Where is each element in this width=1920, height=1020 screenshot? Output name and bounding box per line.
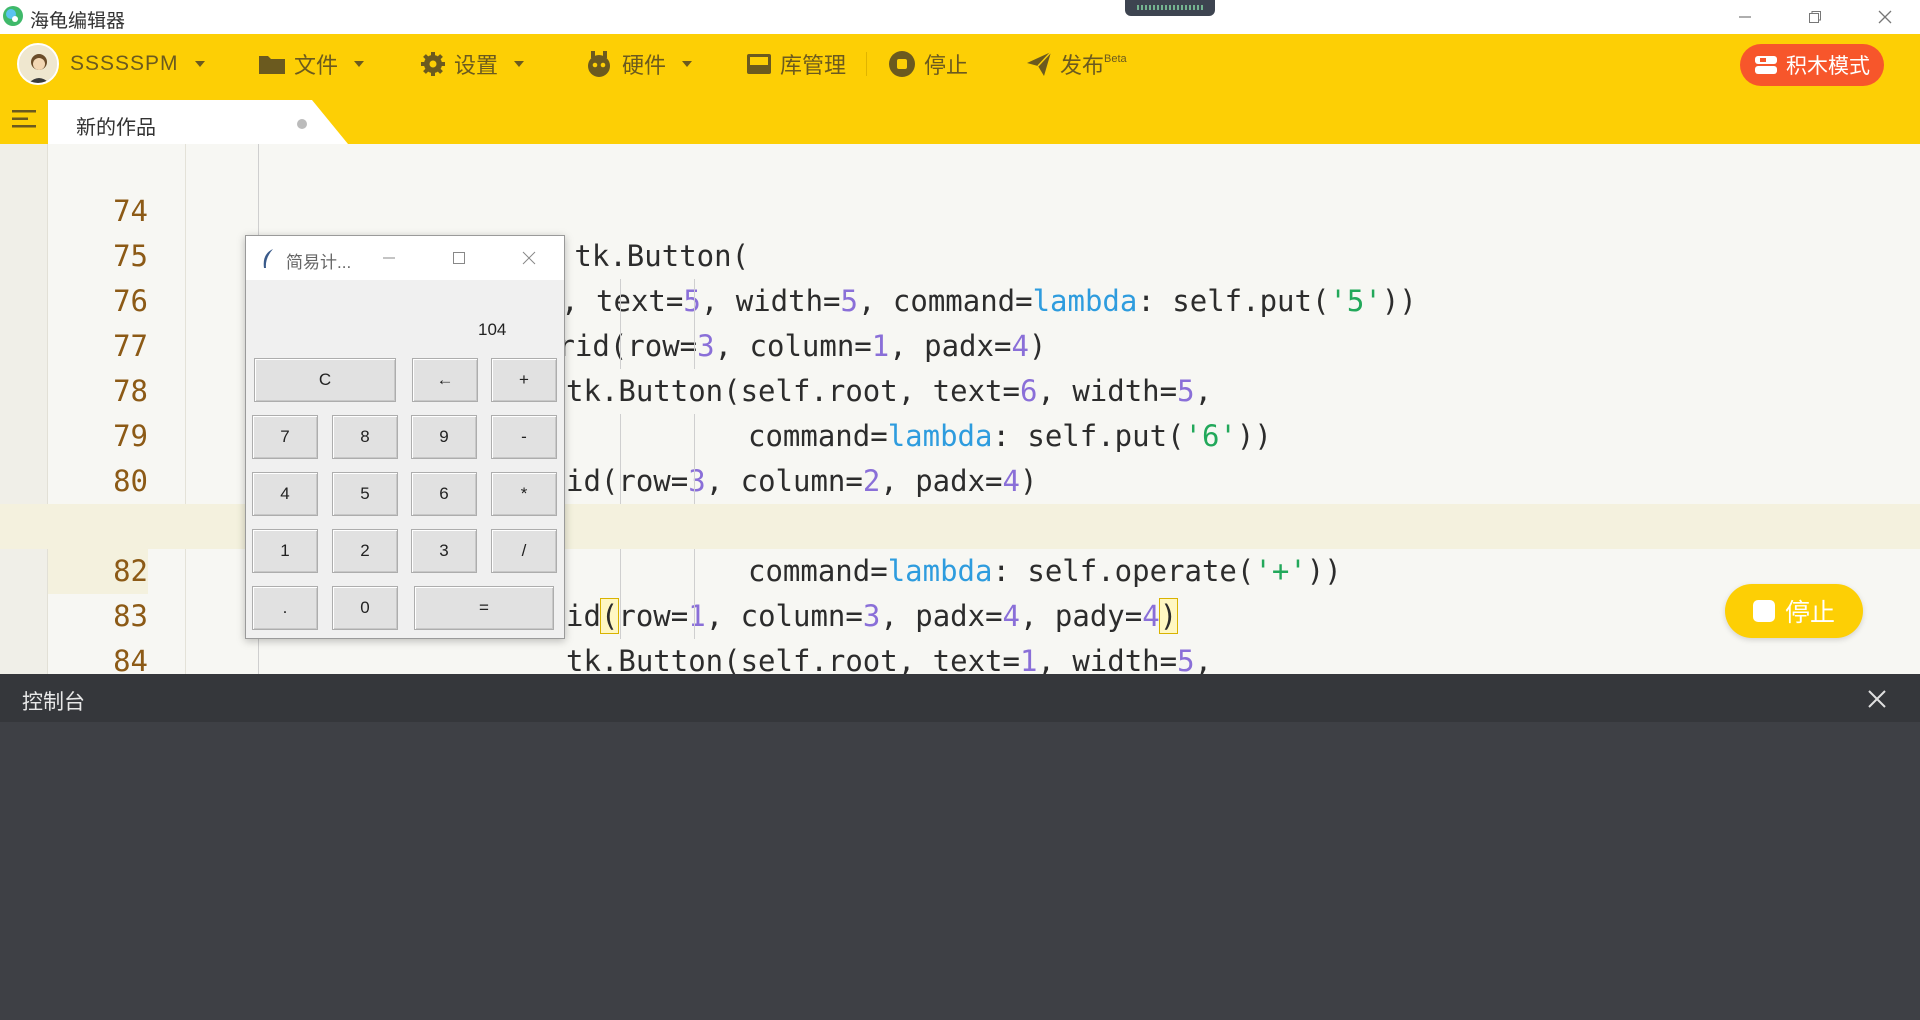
tab-bar: 新的作品 (0, 94, 1920, 144)
calculator-titlebar[interactable]: 简易计... (246, 236, 564, 280)
calc-key-9[interactable]: 9 (411, 415, 477, 459)
calc-key-plus[interactable]: + (491, 358, 557, 402)
restore-icon (1809, 11, 1821, 23)
calculator-display: 104 (478, 320, 507, 339)
hardware-menu-label: 硬件 (622, 53, 667, 78)
console-header: 控制台 (0, 674, 1920, 722)
floating-stop-button[interactable]: 停止 (1725, 584, 1863, 638)
code-line[interactable]: 75 self.root, text=5, width=5, command=l… (0, 189, 1920, 318)
chevron-down-icon (354, 61, 365, 67)
publish-button[interactable]: 发布 Beta (1026, 34, 1127, 94)
calculator-title: 简易计... (286, 253, 352, 272)
app-logo-icon (3, 6, 23, 26)
window-titlebar: 海龟编辑器 (0, 0, 1920, 34)
file-menu-label: 文件 (294, 53, 339, 78)
sidebar-toggle-button[interactable] (0, 94, 48, 144)
code-line[interactable]: 74 button_five = tk.Button( (0, 144, 1920, 273)
blocks-icon (1755, 56, 1777, 74)
publish-label: 发布 (1060, 53, 1105, 78)
calc-key-6[interactable]: 6 (411, 472, 477, 516)
stop-circle-icon (889, 51, 915, 77)
chevron-down-icon (682, 61, 693, 67)
stop-icon (1752, 600, 1775, 622)
calc-key-8[interactable]: 8 (332, 415, 398, 459)
tab-label: 新的作品 (76, 117, 156, 139)
block-mode-button[interactable]: 积木模式 (1740, 44, 1884, 86)
calculator-window[interactable]: 简易计... 104 C ← + 7 8 9 - 4 5 6 * 1 2 3 /… (245, 235, 565, 639)
stop-label: 停止 (924, 53, 969, 78)
console-output[interactable] (0, 722, 1920, 1020)
calculator-minimize-button[interactable] (374, 244, 404, 272)
calc-key-multiply[interactable]: * (491, 472, 557, 516)
block-mode-label: 积木模式 (1786, 55, 1870, 78)
floating-stop-label: 停止 (1784, 599, 1835, 627)
console-title: 控制台 (22, 691, 85, 714)
settings-menu-label: 设置 (454, 53, 499, 78)
user-menu[interactable]: SSSSSPM (70, 34, 205, 94)
library-button[interactable]: 库管理 (746, 34, 846, 94)
main-toolbar: SSSSSPM 文件 设置 硬件 库管理 停止 发布 Beta 积木模式 (0, 34, 1920, 94)
minimize-icon (383, 257, 395, 259)
code-line[interactable]: 85 button_one.grid(row=4, column=0, padx… (0, 639, 1920, 674)
gear-icon (421, 52, 445, 76)
inbox-icon (747, 54, 771, 74)
avatar[interactable] (17, 43, 59, 85)
chevron-down-icon (514, 61, 525, 67)
calc-key-clear[interactable]: C (254, 358, 396, 402)
hardware-menu[interactable]: 硬件 (584, 34, 693, 94)
close-icon (1868, 690, 1886, 708)
calc-key-7[interactable]: 7 (252, 415, 318, 459)
calc-key-decimal[interactable]: . (252, 586, 318, 630)
calc-key-1[interactable]: 1 (252, 529, 318, 573)
calc-key-4[interactable]: 4 (252, 472, 318, 516)
beta-badge: Beta (1104, 53, 1127, 65)
menu-icon (12, 110, 36, 128)
calc-key-5[interactable]: 5 (332, 472, 398, 516)
calc-key-0[interactable]: 0 (332, 586, 398, 630)
stop-button[interactable]: 停止 (888, 34, 968, 94)
file-menu[interactable]: 文件 (258, 34, 365, 94)
minimize-icon (1739, 16, 1751, 18)
maximize-icon (453, 252, 465, 264)
calc-key-equals[interactable]: = (414, 586, 554, 630)
calc-key-minus[interactable]: - (491, 415, 557, 459)
robot-icon (588, 51, 610, 77)
close-icon (1878, 10, 1892, 24)
calc-key-divide[interactable]: / (491, 529, 557, 573)
tab-new-project[interactable]: 新的作品 (48, 100, 348, 144)
close-button[interactable] (1850, 0, 1920, 34)
settings-menu[interactable]: 设置 (420, 34, 525, 94)
unsaved-dot-icon (297, 119, 307, 129)
indent-guide (620, 279, 621, 369)
console-panel: 控制台 (0, 674, 1920, 1020)
indent-guide (694, 549, 695, 639)
restore-button[interactable] (1780, 0, 1850, 34)
calc-key-backspace[interactable]: ← (412, 358, 478, 402)
avatar-icon (19, 45, 57, 83)
indent-guide (620, 414, 621, 504)
indent-guide (620, 549, 621, 639)
calculator-maximize-button[interactable] (444, 244, 474, 272)
paper-plane-icon (1027, 51, 1052, 76)
drag-handle[interactable] (1125, 0, 1215, 16)
indent-guide (694, 279, 695, 369)
feather-icon (263, 249, 273, 268)
minimize-button[interactable] (1710, 0, 1780, 34)
toolbar-divider (866, 52, 867, 76)
user-name: SSSSSPM (70, 52, 179, 75)
library-label: 库管理 (780, 53, 847, 78)
calc-key-2[interactable]: 2 (332, 529, 398, 573)
close-icon (522, 251, 536, 265)
calc-key-3[interactable]: 3 (411, 529, 477, 573)
console-close-button[interactable] (1862, 684, 1892, 714)
window-title: 海龟编辑器 (30, 11, 126, 32)
chevron-down-icon (194, 61, 205, 67)
folder-icon (259, 56, 285, 74)
indent-guide (694, 414, 695, 504)
calculator-close-button[interactable] (514, 244, 544, 272)
